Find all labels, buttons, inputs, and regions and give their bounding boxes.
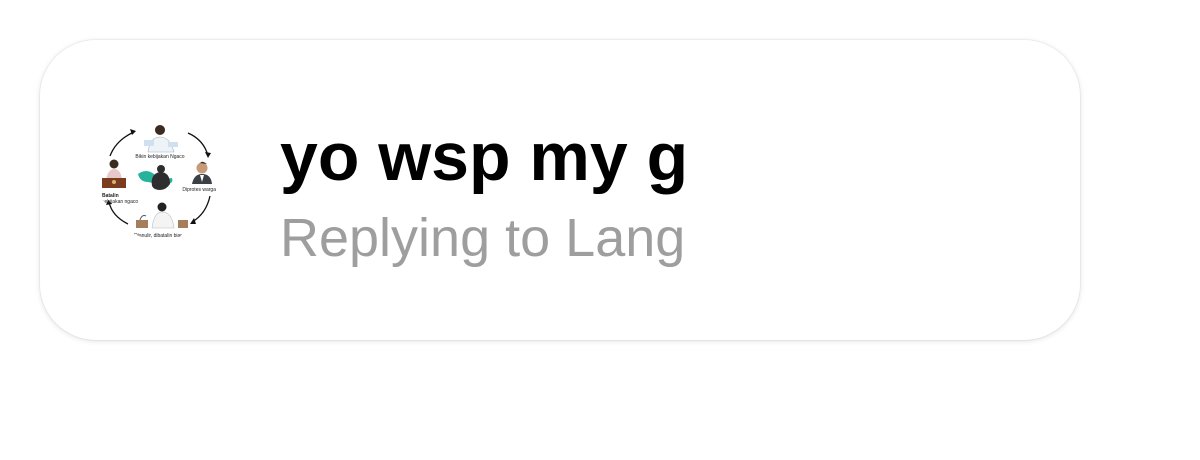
reply-subtitle: Replying to Lang [280,208,686,268]
reply-text-block: yo wsp my g Replying to Lang [280,118,1040,270]
avatar-caption-bottom: Dianulir, dibatalin biar... [134,233,186,239]
reply-preview-card[interactable]: Bikin kebijakan Ngaco Diprotes warga Dia… [40,40,1080,340]
avatar-caption-left-line2: kebijakan ngaco [102,199,138,205]
message-title: yo wsp my g [280,119,689,195]
cycle-diagram-avatar-icon: Bikin kebijakan Ngaco Diprotes warga Dia… [100,120,220,240]
avatar: Bikin kebijakan Ngaco Diprotes warga Dia… [100,120,220,240]
avatar-caption-top: Bikin kebijakan Ngaco [135,154,184,160]
avatar-caption-right: Diprotes warga [182,187,216,193]
